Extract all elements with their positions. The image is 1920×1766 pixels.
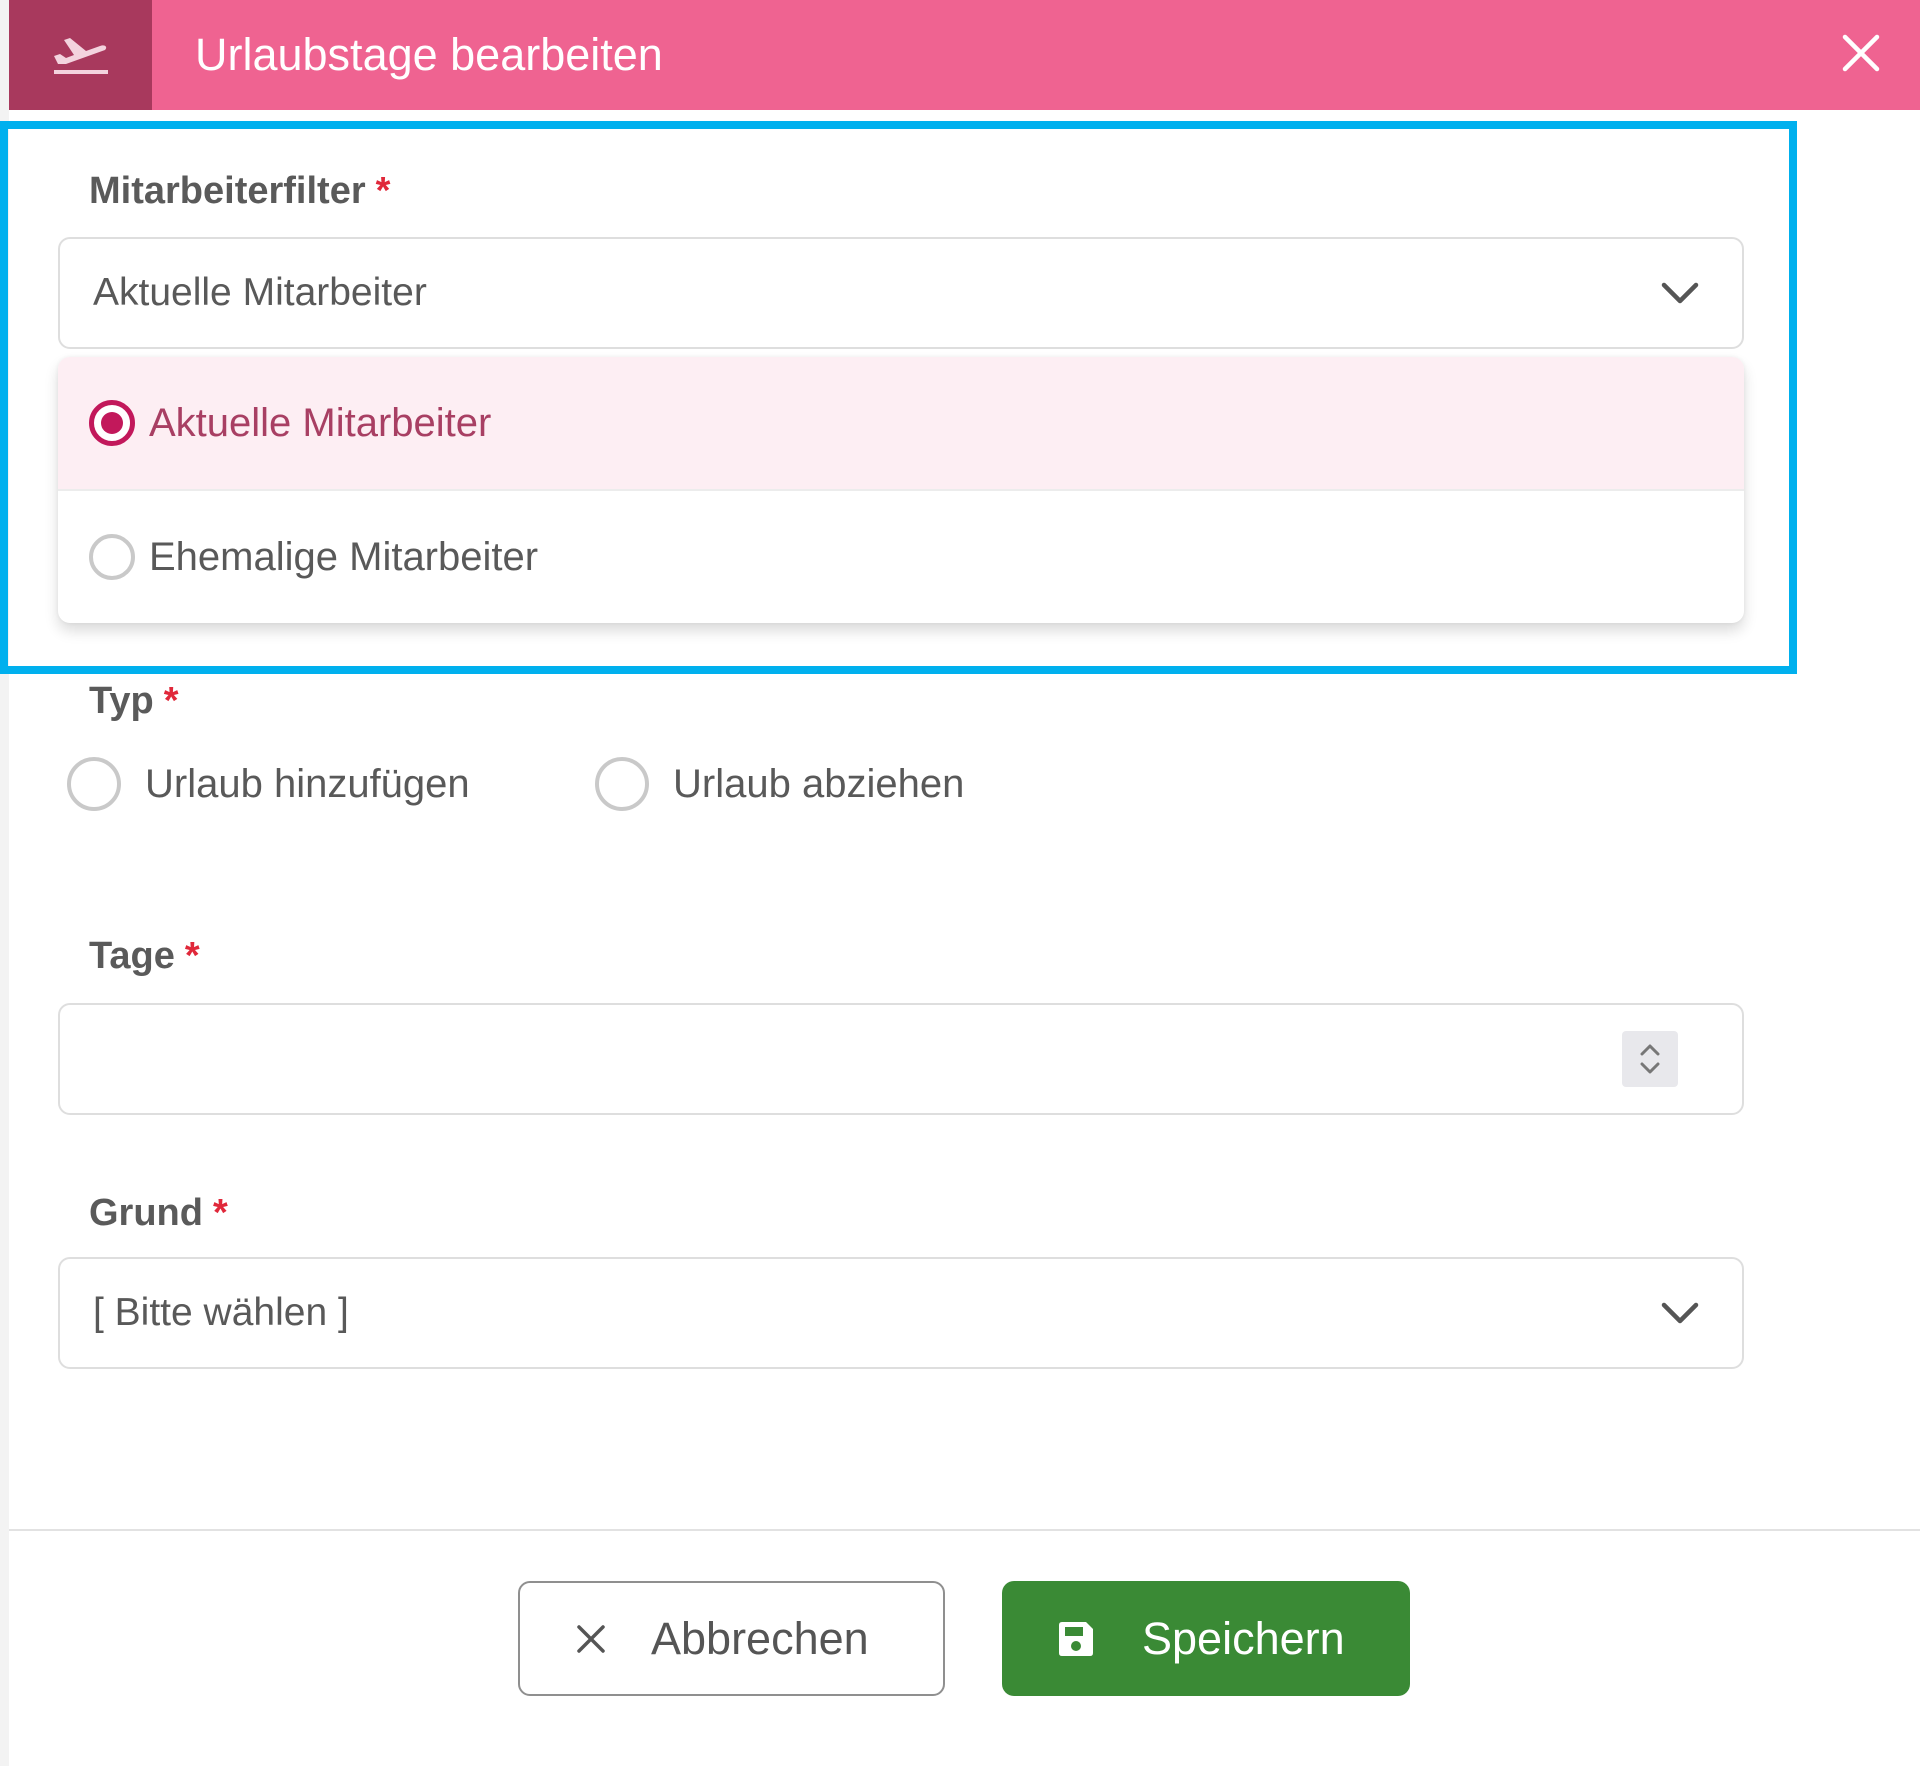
radio-unselected-icon[interactable] [595,757,649,811]
edit-vacation-days-dialog: Urlaubstage bearbeiten Mitarbeiterfilter… [0,0,1920,1766]
days-number-input[interactable] [58,1003,1744,1115]
close-icon [575,1623,607,1655]
type-option-label: Urlaub hinzufügen [145,761,470,806]
days-label: Tage * [89,935,200,977]
dialog-header: Urlaubstage bearbeiten [9,0,1920,110]
type-label: Typ * [89,680,179,722]
type-option-subtract[interactable]: Urlaub abziehen [595,756,964,812]
close-icon [1841,33,1881,78]
type-option-add[interactable]: Urlaub hinzufügen [67,756,470,812]
reason-label: Grund * [89,1192,228,1234]
footer-divider [9,1529,1920,1531]
required-marker: * [163,680,179,722]
required-marker: * [212,1192,228,1234]
save-button-label: Speichern [1142,1612,1345,1664]
radio-unselected-icon[interactable] [67,757,121,811]
reason-select[interactable]: [ Bitte wählen ] [58,1257,1744,1369]
chevron-down-icon [1640,1062,1660,1074]
chevron-down-icon [1658,1295,1702,1331]
close-button[interactable] [1832,26,1890,84]
plane-takeoff-icon [50,28,112,83]
save-button[interactable]: Speichern [1002,1581,1410,1696]
highlight-frame [0,121,1797,674]
cancel-button-label: Abbrechen [651,1612,869,1664]
header-icon-box [9,0,152,110]
number-spinner[interactable] [1622,1031,1678,1087]
chevron-up-icon [1640,1044,1660,1056]
reason-value: [ Bitte wählen ] [93,1291,349,1334]
required-marker: * [184,935,200,977]
cancel-button[interactable]: Abbrechen [518,1581,945,1696]
type-option-label: Urlaub abziehen [673,761,965,806]
floppy-disk-icon [1056,1619,1096,1659]
dialog-title: Urlaubstage bearbeiten [195,29,663,80]
